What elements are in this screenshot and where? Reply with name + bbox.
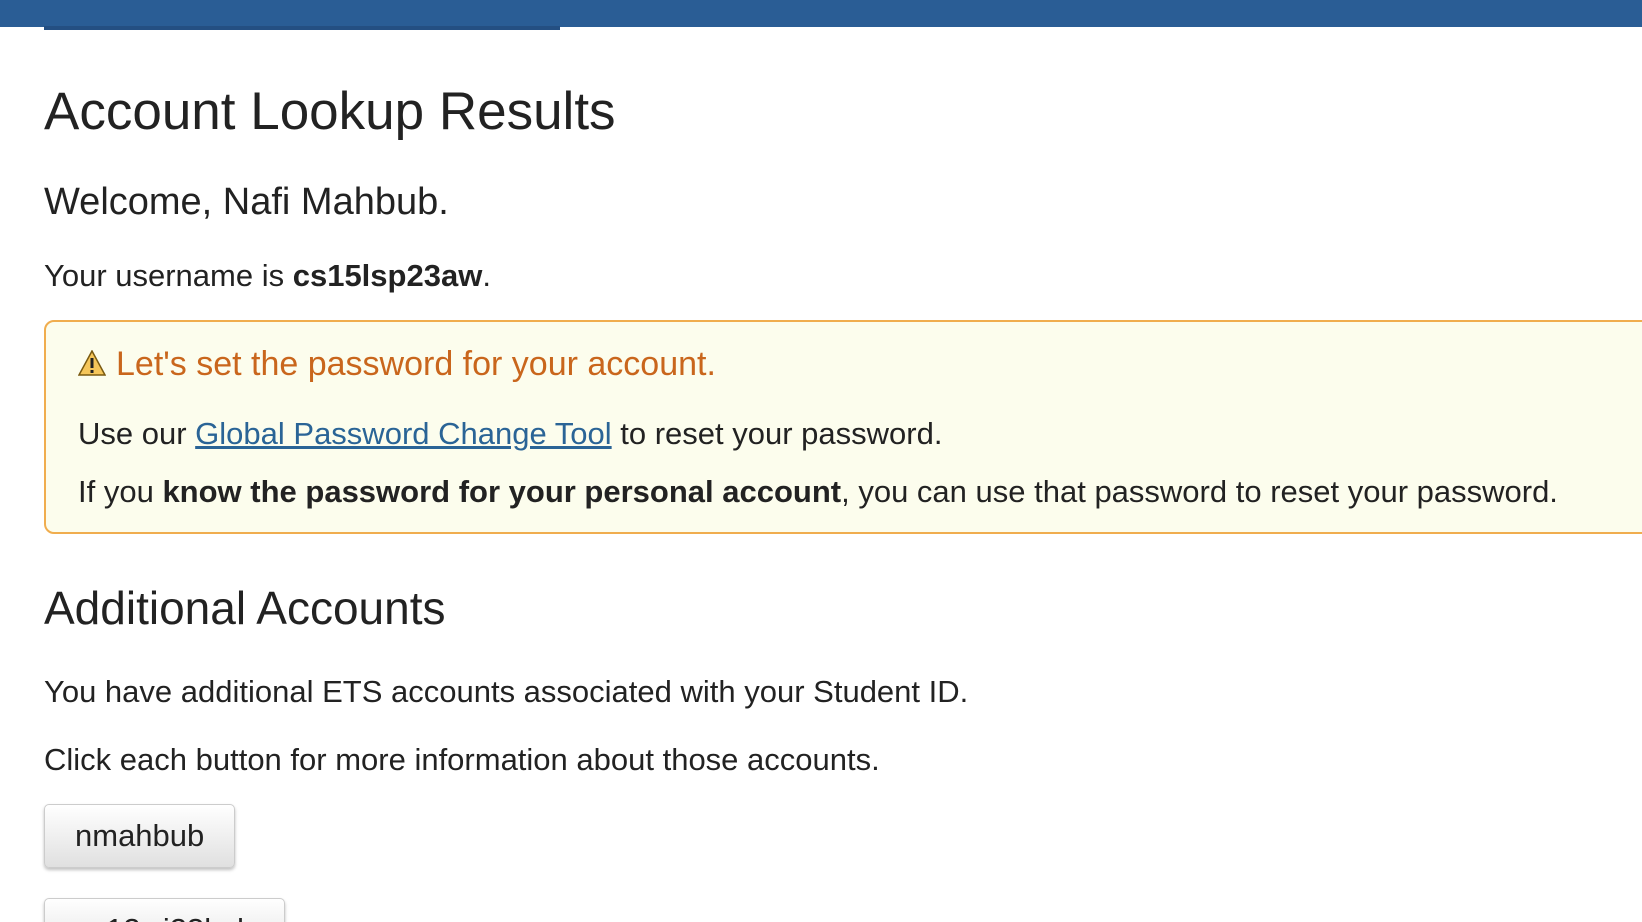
account-button-cs12wi23bvh[interactable]: cs12wi23bvh bbox=[44, 898, 286, 922]
username-suffix: . bbox=[482, 258, 491, 293]
page-title: Account Lookup Results bbox=[44, 82, 616, 141]
alert-line1-suffix: to reset your password. bbox=[611, 416, 943, 451]
username-line: Your username is cs15lsp23aw. bbox=[44, 256, 491, 296]
alert-line1-prefix: Use our bbox=[78, 416, 196, 451]
alert-line2-bold: know the password for your personal acco… bbox=[162, 474, 842, 509]
alert-title: Let's set the password for your account. bbox=[77, 342, 716, 386]
page: Account Lookup Results Welcome, Nafi Mah… bbox=[0, 0, 1642, 922]
alert-line2-suffix: , you can use that password to reset you… bbox=[841, 474, 1558, 509]
alert-line-personal: If you know the password for your person… bbox=[78, 472, 1558, 512]
header-active-tab-underline bbox=[44, 26, 560, 30]
welcome-message: Welcome, Nafi Mahbub. bbox=[44, 181, 449, 223]
account-button-nmahbub[interactable]: nmahbub bbox=[44, 804, 236, 868]
additional-accounts-heading: Additional Accounts bbox=[44, 582, 446, 634]
alert-title-text: Let's set the password for your account. bbox=[116, 345, 716, 383]
global-password-change-tool-link[interactable]: Global Password Change Tool bbox=[195, 416, 611, 451]
header-bar bbox=[0, 0, 1642, 27]
username-prefix: Your username is bbox=[44, 258, 293, 293]
alert-line2-prefix: If you bbox=[78, 474, 163, 509]
additional-accounts-description: You have additional ETS accounts associa… bbox=[44, 674, 969, 709]
additional-accounts-instructions: Click each button for more information a… bbox=[44, 742, 880, 777]
alert-line-tool: Use our Global Password Change Tool to r… bbox=[78, 414, 942, 454]
password-alert: Let's set the password for your account.… bbox=[44, 320, 1642, 534]
warning-icon bbox=[77, 343, 107, 376]
username-value: cs15lsp23aw bbox=[292, 258, 483, 293]
